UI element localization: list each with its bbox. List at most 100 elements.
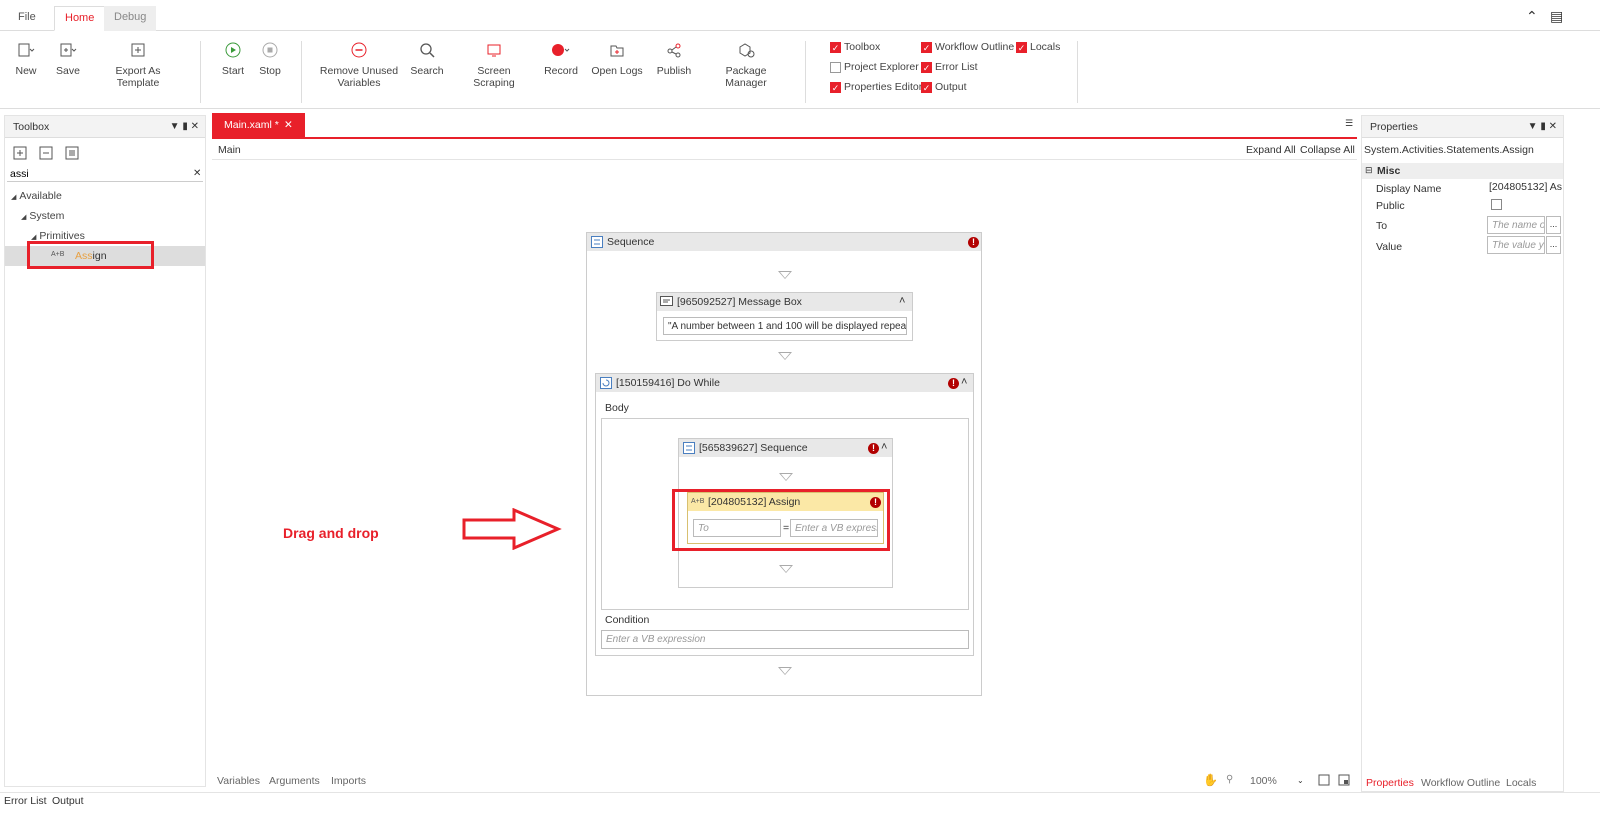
pane-controls[interactable]: ▼ ▮ ✕ bbox=[1528, 116, 1557, 138]
body-label: Body bbox=[605, 402, 629, 414]
tab-list-icon[interactable]: ☰ bbox=[1345, 118, 1353, 129]
new-button[interactable]: New bbox=[10, 39, 42, 77]
expand-all-link[interactable]: Expand All bbox=[1246, 144, 1296, 156]
tab-main-xaml[interactable]: Main.xaml * ✕ bbox=[212, 113, 305, 137]
zoom-icon[interactable]: ⚲ bbox=[1226, 774, 1233, 785]
public-label: Public bbox=[1376, 200, 1405, 212]
drop-arrow-icon bbox=[778, 352, 792, 360]
public-checkbox[interactable] bbox=[1491, 199, 1502, 210]
message-text-field[interactable]: "A number between 1 and 100 will be disp… bbox=[663, 317, 907, 335]
zoom-level[interactable]: 100% bbox=[1250, 775, 1277, 787]
tab-output[interactable]: Output bbox=[52, 795, 84, 807]
breadcrumb-bar: Main Expand All Collapse All bbox=[212, 140, 1357, 160]
collapse-icon[interactable]: ˄ bbox=[881, 441, 887, 453]
expand-all-icon[interactable] bbox=[13, 146, 27, 163]
display-name-label: Display Name bbox=[1376, 183, 1442, 195]
to-label: To bbox=[1376, 220, 1388, 232]
stop-button[interactable]: Stop bbox=[256, 39, 284, 77]
arguments-tab[interactable]: Arguments bbox=[269, 775, 320, 787]
value-ellipsis-button[interactable]: ... bbox=[1546, 236, 1561, 254]
ribbon-separator bbox=[301, 41, 302, 103]
imports-tab[interactable]: Imports bbox=[331, 775, 366, 787]
project-explorer-checkbox[interactable]: Project Explorer bbox=[830, 61, 919, 73]
tab-error-list[interactable]: Error List bbox=[4, 795, 47, 807]
new-file-icon bbox=[10, 39, 42, 61]
search-icon bbox=[408, 39, 446, 61]
toolbox-checkbox[interactable]: ✓ Toolbox bbox=[830, 41, 880, 53]
toolbox-pane: Toolbox ▼ ▮ ✕ ✕ ◢Available ◢System ◢Prim… bbox=[4, 115, 206, 787]
output-checkbox[interactable]: ✓ Output bbox=[921, 81, 967, 93]
to-property-field[interactable]: The name o bbox=[1487, 216, 1545, 234]
tab-locals[interactable]: Locals bbox=[1506, 777, 1536, 789]
condition-field[interactable]: Enter a VB expression bbox=[601, 630, 969, 649]
highlight-box bbox=[27, 241, 154, 269]
locals-checkbox[interactable]: ✓ Locals bbox=[1016, 41, 1060, 53]
ribbon-separator bbox=[805, 41, 806, 103]
do-while-icon bbox=[600, 377, 612, 392]
tree-system[interactable]: ◢ System bbox=[21, 210, 64, 222]
start-button[interactable]: Start bbox=[218, 39, 248, 77]
tab-home[interactable]: Home bbox=[54, 6, 106, 31]
error-icon: ! bbox=[968, 237, 979, 248]
ribbon: New Save Export As Template Start Stop R… bbox=[0, 31, 1600, 109]
screen-scraping-button[interactable]: Screen Scraping bbox=[456, 39, 532, 89]
drag-drop-label: Drag and drop bbox=[283, 525, 379, 541]
remove-unused-variables-button[interactable]: Remove Unused Variables bbox=[318, 39, 400, 89]
share-icon bbox=[654, 39, 694, 61]
checkmark-icon: ✓ bbox=[1016, 41, 1027, 53]
tab-workflow-outline[interactable]: Workflow Outline bbox=[1421, 777, 1500, 789]
list-view-icon[interactable] bbox=[65, 146, 79, 163]
close-tab-icon[interactable]: ✕ bbox=[284, 113, 293, 137]
variables-tab[interactable]: Variables bbox=[217, 775, 260, 787]
export-template-button[interactable]: Export As Template bbox=[94, 39, 182, 89]
stop-icon bbox=[256, 39, 284, 61]
pan-icon[interactable]: ✋ bbox=[1203, 773, 1218, 787]
breadcrumb[interactable]: Main bbox=[218, 144, 241, 156]
pane-controls[interactable]: ▼ ▮ ✕ bbox=[170, 116, 199, 138]
menu-bar: File Home Debug ⌃ ▤ bbox=[0, 0, 1600, 31]
ribbon-separator bbox=[1077, 41, 1078, 103]
publish-button[interactable]: Publish bbox=[654, 39, 694, 77]
properties-type: System.Activities.Statements.Assign bbox=[1364, 144, 1534, 156]
sequence-activity[interactable]: Sequence ! [965092527] Message Box ˄ "A … bbox=[586, 232, 982, 696]
condition-label: Condition bbox=[605, 614, 650, 626]
message-box-activity[interactable]: [965092527] Message Box ˄ "A number betw… bbox=[656, 292, 913, 341]
value-property-field[interactable]: The value y bbox=[1487, 236, 1545, 254]
tab-underline bbox=[212, 137, 1357, 139]
drop-arrow-icon bbox=[778, 271, 792, 279]
tab-debug[interactable]: Debug bbox=[104, 6, 157, 31]
screen-scraping-icon bbox=[456, 39, 532, 61]
sequence-icon bbox=[683, 442, 695, 457]
collapse-all-link[interactable]: Collapse All bbox=[1300, 144, 1355, 156]
chevron-down-icon[interactable]: ⌄ bbox=[1297, 776, 1304, 785]
export-template-icon bbox=[94, 39, 182, 61]
search-button[interactable]: Search bbox=[408, 39, 446, 77]
collapse-icon[interactable]: ˄ bbox=[899, 295, 905, 307]
collapse-all-icon[interactable] bbox=[39, 146, 53, 163]
tree-available[interactable]: ◢ Available bbox=[11, 190, 62, 202]
record-button[interactable]: Record bbox=[542, 39, 580, 77]
package-manager-button[interactable]: Package Manager bbox=[704, 39, 788, 89]
display-name-field[interactable]: [204805132] Assi bbox=[1489, 181, 1562, 193]
status-bar: Error List Output bbox=[0, 792, 1600, 832]
tab-properties[interactable]: Properties bbox=[1366, 777, 1414, 789]
checkmark-icon: ✓ bbox=[830, 41, 841, 53]
fit-to-screen-icon[interactable] bbox=[1318, 774, 1330, 789]
menu-file[interactable]: File bbox=[8, 6, 46, 31]
overview-icon[interactable] bbox=[1338, 774, 1350, 789]
highlight-box bbox=[672, 489, 890, 551]
collapse-icon[interactable]: ˄ bbox=[961, 376, 967, 388]
open-logs-button[interactable]: Open Logs bbox=[590, 39, 644, 77]
checkmark-icon: ✓ bbox=[921, 61, 932, 73]
workflow-outline-checkbox[interactable]: ✓ Workflow Outline bbox=[921, 41, 1014, 53]
properties-editor-checkbox[interactable]: ✓ Properties Editor bbox=[830, 81, 922, 93]
to-ellipsis-button[interactable]: ... bbox=[1546, 216, 1561, 234]
clear-search-icon[interactable]: ✕ bbox=[193, 168, 201, 179]
collapse-ribbon-icon[interactable]: ⌃ bbox=[1526, 8, 1538, 25]
toolbox-search-input[interactable] bbox=[7, 166, 203, 182]
collapse-category-icon[interactable]: ⊟ bbox=[1365, 165, 1373, 176]
error-list-checkbox[interactable]: ✓ Error List bbox=[921, 61, 978, 73]
feedback-icon[interactable]: ▤ bbox=[1550, 8, 1563, 25]
save-button[interactable]: Save bbox=[52, 39, 84, 77]
misc-category[interactable]: ⊟ Misc bbox=[1362, 163, 1563, 179]
